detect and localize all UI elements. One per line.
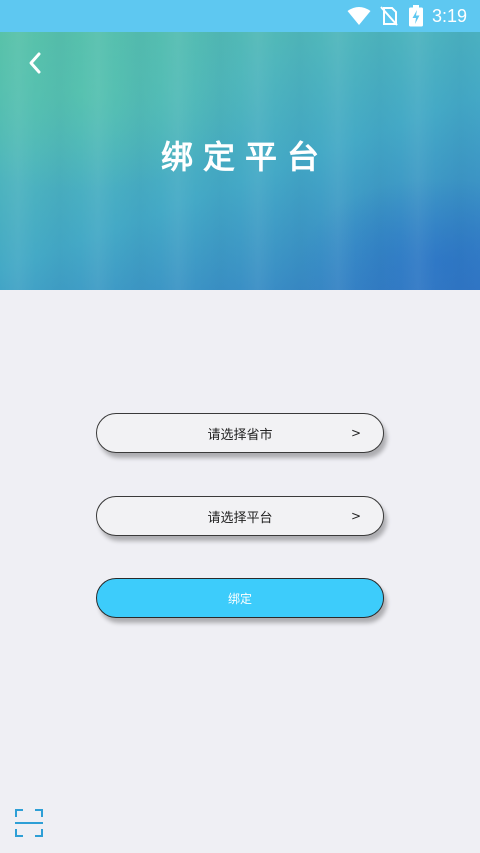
battery-charging-icon <box>408 5 424 31</box>
scan-icon <box>15 809 43 837</box>
chevron-left-icon <box>29 52 41 74</box>
province-select-label: 请选择省市 <box>207 427 273 443</box>
status-bar: 3:19 <box>0 0 480 32</box>
bind-button[interactable]: 绑定 <box>96 578 384 618</box>
page-title: 绑定平台 <box>160 138 329 176</box>
platform-select-arrow: > <box>350 509 361 523</box>
wifi-icon <box>347 6 371 30</box>
bind-button-label: 绑定 <box>227 591 252 606</box>
screen: 3:19 绑定平台 请选择省市 > 请选择平台 > 绑定 <box>0 0 480 853</box>
status-time: 3:19 <box>432 6 468 26</box>
no-sim-icon <box>380 6 398 30</box>
back-button[interactable] <box>20 48 50 78</box>
header: 绑定平台 <box>0 32 480 290</box>
platform-select[interactable]: 请选择平台 > <box>96 496 384 536</box>
scan-button[interactable] <box>14 808 44 838</box>
province-select[interactable]: 请选择省市 > <box>96 413 384 453</box>
province-select-arrow: > <box>350 426 361 440</box>
platform-select-label: 请选择平台 <box>207 510 273 526</box>
